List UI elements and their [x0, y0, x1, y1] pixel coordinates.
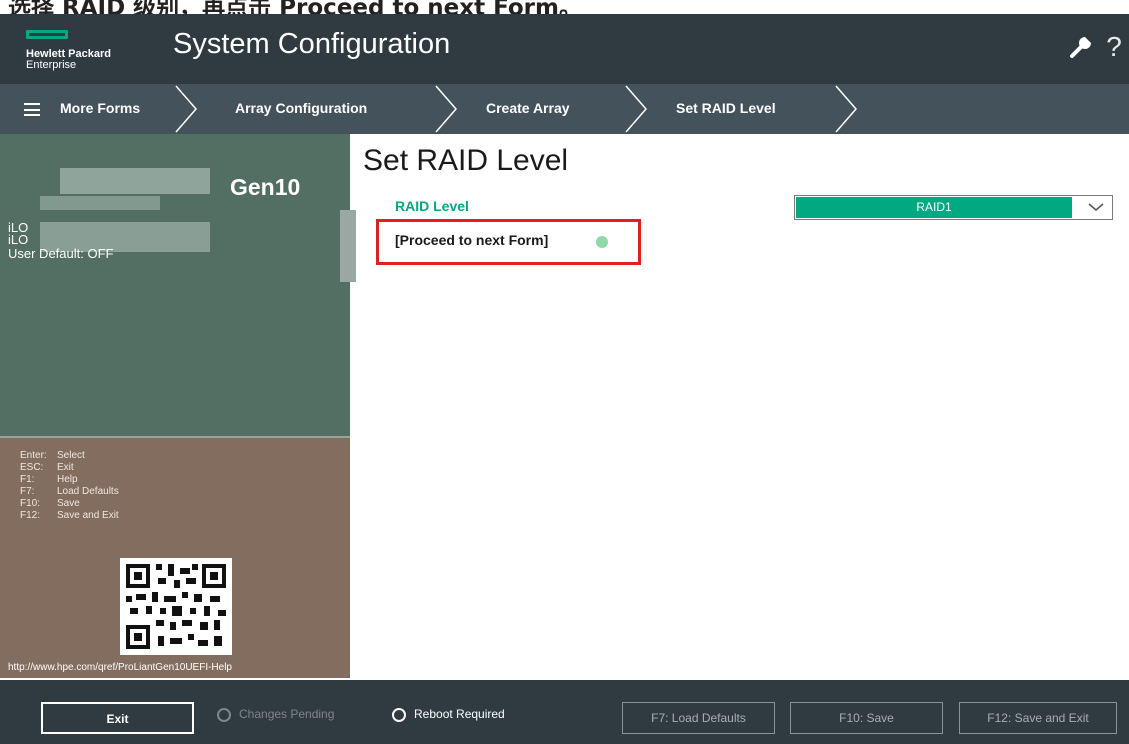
- raid-level-label: RAID Level: [395, 198, 469, 214]
- breadcrumb-create-array[interactable]: Create Array: [486, 100, 570, 116]
- save-and-exit-button[interactable]: F12: Save and Exit: [959, 702, 1117, 734]
- breadcrumb-chevron-icon: [625, 85, 647, 133]
- reboot-required-status: Reboot Required: [414, 707, 505, 721]
- hamburger-menu-icon[interactable]: [24, 103, 40, 116]
- key-row: F10: Save: [20, 498, 80, 509]
- app-title: System Configuration: [173, 28, 451, 60]
- footer-bar: Exit Changes Pending Reboot Required F7:…: [0, 680, 1129, 744]
- status-dot-icon: [596, 236, 608, 248]
- user-default-line: User Default: OFF: [8, 246, 114, 261]
- hpe-logo-mark: [26, 30, 68, 39]
- panel-collapse-tab[interactable]: [340, 210, 356, 282]
- changes-pending-radio-icon: [217, 708, 231, 722]
- breadcrumb-chevron-icon: [435, 85, 457, 133]
- redacted-block: [60, 168, 210, 194]
- breadcrumb-chevron-icon: [835, 85, 857, 133]
- more-forms-link[interactable]: More Forms: [60, 100, 140, 116]
- instruction-caption-text: 选择 RAID 级别，再点击 Proceed to next Form。: [8, 0, 582, 14]
- help-url[interactable]: http://www.hpe.com/qref/ProLiantGen10UEF…: [8, 662, 232, 673]
- hpe-logo: Hewlett Packard Enterprise: [26, 26, 166, 74]
- breadcrumb-array-configuration[interactable]: Array Configuration: [235, 100, 367, 116]
- key-row: Enter: Select: [20, 450, 85, 461]
- key-row: F12: Save and Exit: [20, 510, 119, 521]
- page-title: Set RAID Level: [363, 144, 569, 177]
- qr-code: [120, 558, 232, 655]
- hpe-system-configuration-screen: 选择 RAID 级别，再点击 Proceed to next Form。 Hew…: [0, 0, 1129, 744]
- changes-pending-status: Changes Pending: [239, 707, 335, 721]
- wrench-icon[interactable]: [1068, 34, 1094, 60]
- chevron-down-icon: [1088, 203, 1104, 211]
- exit-button[interactable]: Exit: [41, 702, 194, 734]
- key-row: F7: Load Defaults: [20, 486, 119, 497]
- key-legend-panel: Enter: Select ESC: Exit F1: Help F7: Load De…: [0, 436, 350, 678]
- server-model-gen: Gen10: [230, 174, 301, 200]
- key-row: F1: Help: [20, 474, 78, 485]
- breadcrumb-set-raid-level: Set RAID Level: [676, 100, 776, 116]
- raid-level-selected-value: RAID1: [796, 197, 1072, 218]
- instruction-caption: 选择 RAID 级别，再点击 Proceed to next Form。: [0, 0, 1129, 14]
- key-row: ESC: Exit: [20, 462, 74, 473]
- raid-level-dropdown[interactable]: RAID1: [794, 195, 1113, 220]
- proceed-to-next-form-link[interactable]: [Proceed to next Form]: [395, 232, 548, 248]
- load-defaults-button[interactable]: F7: Load Defaults: [622, 702, 775, 734]
- breadcrumb-chevron-icon: [175, 85, 197, 133]
- system-info-panel: Gen10 iLO iLO User Default: OFF: [0, 134, 350, 436]
- ilo-line: iLO: [8, 232, 29, 247]
- logo-text-line2: Enterprise: [26, 59, 77, 71]
- save-button[interactable]: F10: Save: [790, 702, 943, 734]
- top-header: Hewlett Packard Enterprise System Config…: [0, 14, 1129, 84]
- breadcrumb-bar: More Forms Array Configuration Create Ar…: [0, 84, 1129, 134]
- reboot-required-radio-icon: [392, 708, 406, 722]
- help-icon[interactable]: ?: [1101, 33, 1127, 61]
- redacted-block: [40, 196, 160, 210]
